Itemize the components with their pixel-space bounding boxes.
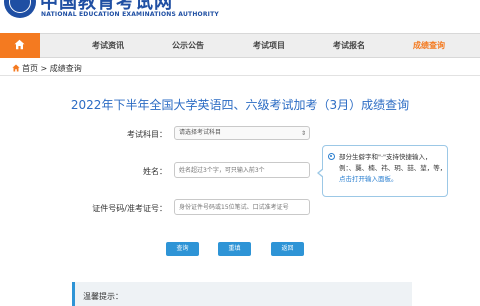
reset-button[interactable]: 重填: [218, 242, 251, 256]
subject-select-value: 请选择考试科目: [179, 129, 222, 136]
home-icon: [12, 64, 20, 72]
breadcrumb-current: 成绩查询: [49, 64, 82, 73]
id-number-input[interactable]: [174, 199, 310, 215]
tip-body: 部分生僻字和"·"支持快捷输入，例：、龑、楠、祎、玥、喆、堃，等，: [339, 153, 447, 172]
nav-item-exam-programs[interactable]: 考试项目: [253, 34, 285, 57]
select-arrows-icon: ⇕: [300, 130, 306, 137]
breadcrumb: 首页 > 成绩查询: [12, 63, 82, 75]
page-title: 2022年下半年全国大学英语四、六级考试加考（3月）成绩查询: [70, 98, 410, 112]
main-nav: 考试资讯 公示公告 考试项目 考试报名 成绩查询: [0, 33, 480, 58]
tip-text: 部分生僻字和"·"支持快捷输入，例：、龑、楠、祎、玥、喆、堃，等， 点击打开输入面…: [339, 152, 447, 185]
name-input[interactable]: [174, 162, 310, 178]
query-button[interactable]: 查询: [166, 242, 199, 256]
back-button[interactable]: 返回: [271, 242, 304, 256]
input-tip-box: 部分生僻字和"·"支持快捷输入，例：、龑、楠、祎、玥、喆、堃，等， 点击打开输入面…: [317, 145, 448, 197]
subject-label: 考试科目：: [127, 130, 167, 139]
nav-item-score-query[interactable]: 成绩查询: [413, 34, 445, 57]
neea-logo[interactable]: [4, 0, 36, 18]
radio-dot-icon: [328, 153, 335, 160]
nav-item-exam-news[interactable]: 考试资讯: [92, 34, 124, 57]
id-label: 证件号码/准考证号：: [92, 204, 167, 213]
site-header: 中国教育考试网 NATIONAL EDUCATION EXAMINATIONS …: [0, 0, 480, 33]
home-icon: [14, 39, 25, 50]
nav-item-announcements[interactable]: 公示公告: [172, 34, 204, 57]
breadcrumb-divider: [0, 75, 480, 76]
notice-panel: 温馨提示：: [72, 282, 412, 306]
breadcrumb-separator: >: [40, 64, 48, 73]
nav-item-registration[interactable]: 考试报名: [333, 34, 365, 57]
open-input-panel-link[interactable]: 点击打开输入面板。: [339, 175, 398, 183]
brand-name-en: NATIONAL EDUCATION EXAMINATIONS AUTHORIT…: [41, 11, 219, 18]
name-label: 姓名：: [143, 167, 167, 176]
nav-home-button[interactable]: [0, 33, 40, 58]
subject-select[interactable]: 请选择考试科目 ⇕: [174, 126, 310, 140]
breadcrumb-home-link[interactable]: 首页: [22, 64, 38, 73]
notice-title: 温馨提示：: [83, 292, 123, 301]
